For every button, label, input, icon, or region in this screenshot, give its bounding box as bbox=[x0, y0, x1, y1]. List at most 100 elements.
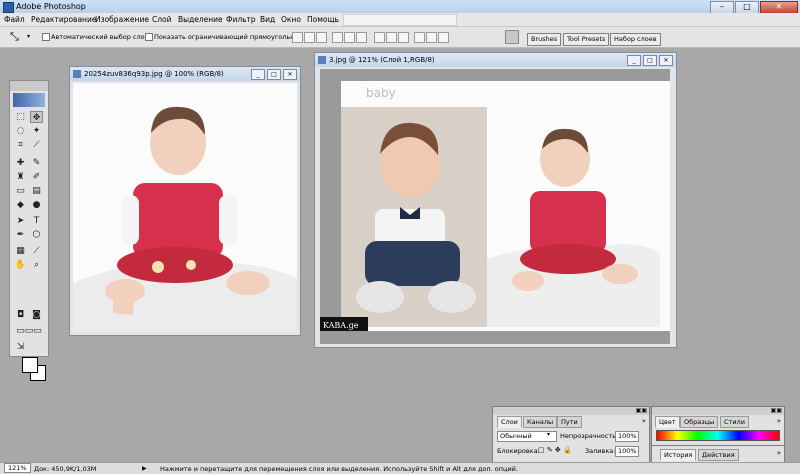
status-hint: Нажмите и перетащите для перемещения сло… bbox=[160, 465, 518, 473]
palette-well-brushes[interactable]: Brushes bbox=[527, 33, 562, 46]
menu-layer[interactable]: Слой bbox=[152, 15, 172, 24]
move-tool-preset-icon[interactable]: ⤡ bbox=[10, 30, 19, 44]
document-1-canvas[interactable] bbox=[73, 83, 297, 332]
move-tool-icon[interactable]: ✥ bbox=[30, 111, 43, 123]
doc2-maximize-button[interactable]: □ bbox=[643, 55, 657, 66]
screen-mode-icons[interactable]: ▭▭▭ bbox=[12, 325, 46, 337]
search-box[interactable] bbox=[343, 14, 457, 26]
align-hcenter-icon[interactable] bbox=[344, 32, 355, 43]
brush-tool-icon[interactable]: ✎ bbox=[30, 157, 43, 169]
tab-paths[interactable]: Пути bbox=[557, 416, 582, 428]
tab-actions[interactable]: Действия bbox=[698, 449, 739, 461]
show-bounds-checkbox[interactable] bbox=[145, 33, 153, 41]
menu-help[interactable]: Помощь bbox=[307, 15, 339, 24]
panel-close-icon[interactable]: ▣▣ bbox=[636, 407, 647, 414]
pen-tool-icon[interactable]: ✒ bbox=[14, 229, 27, 241]
color-spectrum-bar[interactable] bbox=[656, 430, 780, 441]
color-panel-header[interactable]: ▣▣ bbox=[652, 407, 784, 415]
panel-menu-icon[interactable]: » bbox=[777, 417, 781, 425]
auto-select-label: Автоматический выбор слоя bbox=[51, 33, 149, 41]
distribute-hcenter-icon[interactable] bbox=[426, 32, 437, 43]
palette-well-layer-comps[interactable]: Набор слоев bbox=[610, 33, 661, 46]
dodge-tool-icon[interactable]: ● bbox=[30, 199, 43, 211]
tab-styles[interactable]: Стили bbox=[720, 416, 749, 428]
doc-size-info: Док: 450,9K/1,03M bbox=[34, 465, 97, 473]
chevron-down-icon: ▾ bbox=[547, 431, 551, 438]
status-arrow-icon[interactable]: ▶ bbox=[142, 465, 147, 472]
doc1-maximize-button[interactable]: □ bbox=[267, 69, 281, 80]
shape-tool-icon[interactable]: ⬡ bbox=[30, 229, 43, 241]
document-2-titlebar[interactable]: 3.jpg @ 121% (Слой 1,RGB/8) _ □ ✕ bbox=[315, 53, 676, 67]
standard-mode-icon[interactable]: ◘ bbox=[14, 309, 27, 321]
document-2-canvas[interactable]: baby KABA.ge bbox=[320, 69, 670, 344]
menu-view[interactable]: Вид bbox=[260, 15, 275, 24]
photoshop-app-icon bbox=[3, 2, 14, 13]
align-bottom-icon[interactable] bbox=[316, 32, 327, 43]
crop-tool-icon[interactable]: ⌗ bbox=[14, 139, 27, 151]
gradient-tool-icon[interactable]: ▤ bbox=[30, 185, 43, 197]
document-icon bbox=[73, 70, 81, 78]
opacity-field[interactable]: 100% bbox=[615, 431, 639, 442]
jump-to-imageready-icon[interactable]: ⇲ bbox=[14, 341, 27, 353]
history-brush-icon[interactable]: ✐ bbox=[30, 171, 43, 183]
feather-logo-icon[interactable] bbox=[13, 93, 45, 107]
palette-well-tool-presets[interactable]: Tool Presets bbox=[563, 33, 610, 46]
toolbox-header[interactable] bbox=[10, 81, 48, 91]
menu-select[interactable]: Выделение bbox=[178, 15, 223, 24]
file-browser-icon[interactable] bbox=[505, 30, 519, 44]
healing-brush-icon[interactable]: ✚ bbox=[14, 157, 27, 169]
quick-mask-icon[interactable]: ◙ bbox=[30, 309, 43, 321]
tab-history[interactable]: История bbox=[660, 449, 697, 461]
distribute-right-icon[interactable] bbox=[438, 32, 449, 43]
fill-field[interactable]: 100% bbox=[615, 446, 639, 457]
foreground-color-swatch[interactable] bbox=[22, 357, 38, 373]
menu-file[interactable]: Файл bbox=[4, 15, 25, 24]
distribute-top-icon[interactable] bbox=[374, 32, 385, 43]
auto-select-checkbox[interactable] bbox=[42, 33, 50, 41]
menu-window[interactable]: Окно bbox=[281, 15, 301, 24]
panel-menu-icon[interactable]: » bbox=[777, 449, 781, 457]
magic-wand-tool-icon[interactable]: ✦ bbox=[30, 125, 43, 137]
menu-edit[interactable]: Редактирование bbox=[31, 15, 96, 24]
chevron-down-icon[interactable]: ▾ bbox=[27, 33, 30, 40]
eraser-tool-icon[interactable]: ▭ bbox=[14, 185, 27, 197]
tab-layers[interactable]: Слои bbox=[497, 416, 522, 428]
layers-panel-header[interactable]: ▣▣ bbox=[493, 407, 649, 415]
distribute-bottom-icon[interactable] bbox=[398, 32, 409, 43]
doc1-minimize-button[interactable]: _ bbox=[251, 69, 265, 80]
eyedropper-tool-icon[interactable]: ⟋ bbox=[30, 245, 43, 257]
doc1-close-button[interactable]: ✕ bbox=[283, 69, 297, 80]
panel-close-icon[interactable]: ▣▣ bbox=[771, 407, 782, 414]
tab-channels[interactable]: Каналы bbox=[523, 416, 558, 428]
align-left-icon[interactable] bbox=[332, 32, 343, 43]
show-bounds-label: Показать ограничивающий прямоугольник bbox=[154, 33, 303, 41]
menu-image[interactable]: Изображение bbox=[95, 15, 149, 24]
panel-menu-icon[interactable]: » bbox=[642, 417, 646, 425]
lasso-tool-icon[interactable]: ◌ bbox=[14, 125, 27, 137]
doc2-close-button[interactable]: ✕ bbox=[659, 55, 673, 66]
path-select-icon[interactable]: ➤ bbox=[14, 215, 27, 227]
distribute-vcenter-icon[interactable] bbox=[386, 32, 397, 43]
zoom-tool-icon[interactable]: ⌕ bbox=[30, 259, 43, 271]
hand-tool-icon[interactable]: ✋ bbox=[14, 259, 27, 271]
align-right-icon[interactable] bbox=[356, 32, 367, 43]
notes-tool-icon[interactable]: ▦ bbox=[14, 245, 27, 257]
tab-swatches[interactable]: Образцы bbox=[680, 416, 719, 428]
align-vcenter-icon[interactable] bbox=[304, 32, 315, 43]
blur-tool-icon[interactable]: ◆ bbox=[14, 199, 27, 211]
slice-tool-icon[interactable]: ⟋ bbox=[30, 139, 43, 151]
marquee-tool-icon[interactable]: ⬚ bbox=[14, 111, 27, 123]
layers-panel: ▣▣ Слои Каналы Пути » Обычный ▾ Непрозра… bbox=[492, 406, 650, 464]
align-top-icon[interactable] bbox=[292, 32, 303, 43]
document-1-titlebar[interactable]: 20254zuv836q93p.jpg @ 100% (RGB/8) _ □ ✕ bbox=[70, 67, 300, 81]
menu-filter[interactable]: Фильтр bbox=[226, 15, 256, 24]
type-tool-icon[interactable]: T bbox=[30, 215, 43, 227]
distribute-left-icon[interactable] bbox=[414, 32, 425, 43]
doc2-minimize-button[interactable]: _ bbox=[627, 55, 641, 66]
tab-color[interactable]: Цвет bbox=[655, 416, 680, 428]
clone-stamp-icon[interactable]: ♜ bbox=[14, 171, 27, 183]
opacity-label: Непрозрачность: bbox=[560, 432, 619, 440]
zoom-field[interactable]: 121% bbox=[4, 463, 31, 473]
color-panel: ▣▣ Цвет Образцы Стили » bbox=[651, 406, 785, 446]
lock-icons[interactable]: ▢ ✎ ✥ 🔒 bbox=[538, 446, 572, 454]
